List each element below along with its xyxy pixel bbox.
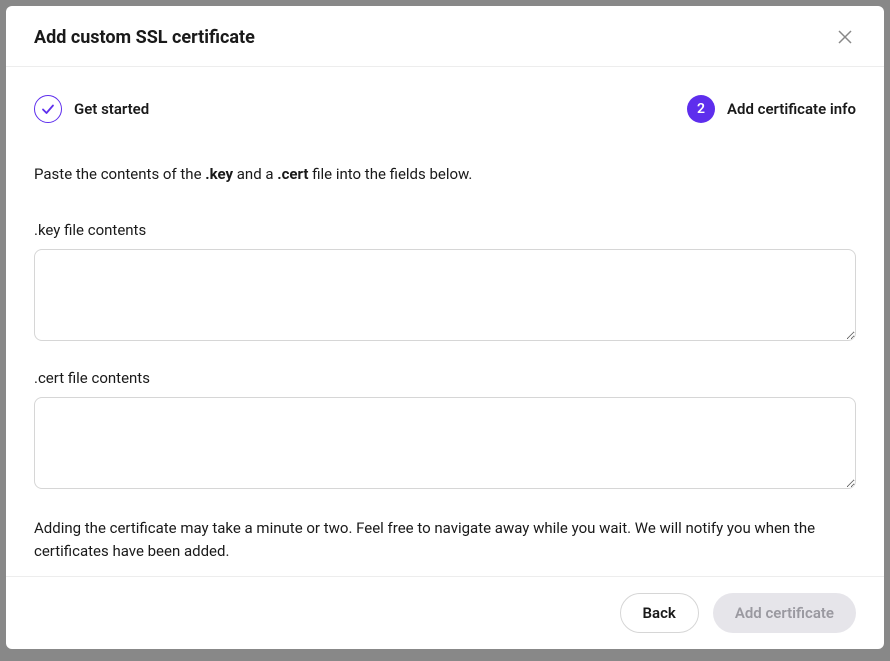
instruction-suffix: file into the fields below. bbox=[308, 165, 472, 183]
add-certificate-button[interactable]: Add certificate bbox=[713, 593, 856, 633]
step-number-indicator: 2 bbox=[687, 95, 715, 123]
step-label: Add certificate info bbox=[727, 100, 856, 118]
key-field-group: .key file contents bbox=[34, 221, 856, 345]
close-button[interactable] bbox=[834, 26, 856, 48]
modal-title: Add custom SSL certificate bbox=[34, 27, 255, 48]
instruction-mid: and a bbox=[233, 165, 277, 183]
ssl-certificate-modal: Add custom SSL certificate Get started 2… bbox=[6, 6, 884, 649]
modal-header: Add custom SSL certificate bbox=[6, 6, 884, 67]
modal-footer: Back Add certificate bbox=[6, 576, 884, 649]
step-label: Get started bbox=[74, 100, 149, 118]
checkmark-icon bbox=[41, 102, 55, 116]
step-get-started[interactable]: Get started bbox=[34, 95, 149, 123]
step-add-certificate-info: 2 Add certificate info bbox=[687, 95, 856, 123]
modal-body: Get started 2 Add certificate info Paste… bbox=[6, 67, 884, 576]
key-field-label: .key file contents bbox=[34, 221, 856, 239]
cert-file-textarea[interactable] bbox=[34, 397, 856, 489]
key-file-textarea[interactable] bbox=[34, 249, 856, 341]
note-text: Adding the certificate may take a minute… bbox=[34, 517, 856, 564]
instruction-cert-ext: .cert bbox=[277, 165, 308, 183]
back-button[interactable]: Back bbox=[620, 593, 699, 633]
cert-field-group: .cert file contents bbox=[34, 369, 856, 493]
cert-field-label: .cert file contents bbox=[34, 369, 856, 387]
instruction-prefix: Paste the contents of the bbox=[34, 165, 205, 183]
stepper: Get started 2 Add certificate info bbox=[34, 95, 856, 123]
close-icon bbox=[838, 30, 852, 44]
step-completed-indicator bbox=[34, 95, 62, 123]
instruction-text: Paste the contents of the .key and a .ce… bbox=[34, 165, 856, 183]
instruction-key-ext: .key bbox=[205, 165, 233, 183]
